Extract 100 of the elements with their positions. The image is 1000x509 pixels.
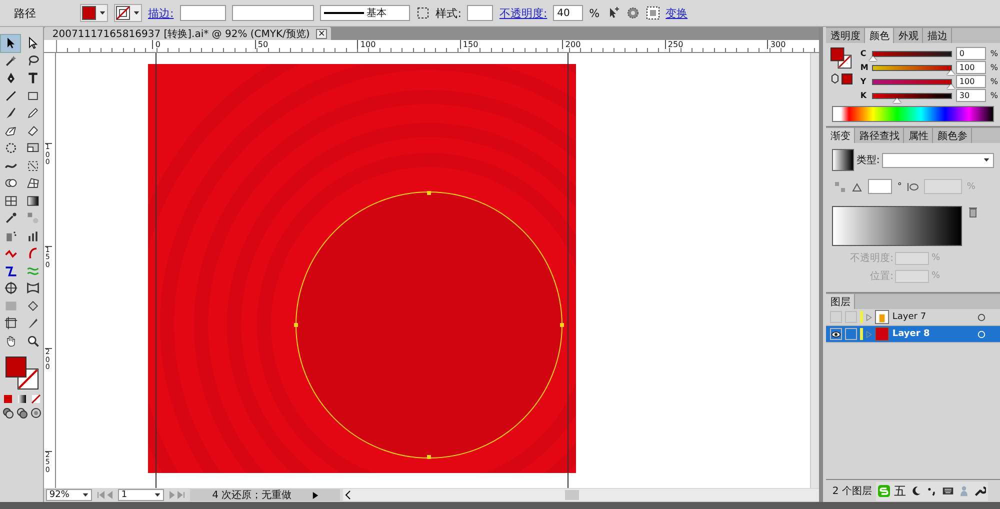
punctuation-icon[interactable]: [926, 485, 938, 497]
ruler-label: 0: [152, 40, 160, 49]
draw-behind-icon[interactable]: [16, 407, 28, 419]
color-spectrum-bar[interactable]: [832, 106, 994, 122]
input-mode-label[interactable]: 五: [894, 482, 906, 500]
style-dropdown[interactable]: [467, 5, 494, 21]
percent-label: %: [990, 91, 998, 100]
channel-label: M: [860, 63, 868, 72]
visibility-toggle[interactable]: [830, 311, 842, 323]
page-dropdown[interactable]: 1: [118, 489, 164, 501]
color-mode-icon[interactable]: [2, 393, 14, 405]
panel-tab[interactable]: 外观: [894, 28, 924, 43]
degree-label: °: [897, 182, 902, 192]
caret-icon: [80, 492, 90, 498]
ruler-label: 300: [767, 40, 786, 49]
type-label: 类型:: [856, 154, 880, 167]
gear-icon[interactable]: [626, 6, 640, 20]
ruler-label: 100: [357, 40, 376, 49]
stroke-color-dropdown[interactable]: [114, 4, 142, 22]
aspect-ratio-field: [924, 179, 962, 194]
layer-name: Layer 8: [892, 329, 931, 339]
gradient-mode-icon[interactable]: [16, 393, 28, 405]
caret-icon: [981, 157, 990, 163]
panel-tab[interactable]: 图层: [826, 294, 856, 309]
opacity-field[interactable]: 40: [553, 5, 584, 21]
dotted-square-icon[interactable]: [416, 6, 430, 20]
percent-label: %: [990, 77, 998, 86]
channel-label: Y: [860, 77, 868, 86]
panel-tab[interactable]: 属性: [904, 128, 934, 143]
panel-tab[interactable]: 颜色: [865, 28, 894, 43]
channel-label: K: [860, 91, 868, 100]
cube-swatch-icon[interactable]: [830, 73, 854, 85]
percent-label: %: [966, 182, 976, 192]
close-tab-button[interactable]: ×: [316, 28, 328, 38]
fill-stroke-swatches-icon[interactable]: [830, 47, 852, 69]
visibility-toggle[interactable]: [830, 328, 842, 340]
layer-row[interactable]: Layer 8: [826, 326, 1000, 343]
s-logo-icon[interactable]: [878, 485, 890, 497]
vertical-scrollbar[interactable]: [810, 53, 820, 488]
stroke-link[interactable]: 描边:: [148, 6, 174, 20]
opacity-field: [895, 252, 930, 264]
stroke-profile-dropdown[interactable]: 基本: [320, 5, 410, 21]
angle-field[interactable]: [868, 179, 892, 194]
ruler-label: 200: [562, 40, 581, 49]
triangle-icon: [312, 490, 319, 500]
location-label: 位置:: [870, 270, 894, 283]
fill-stroke-swatches-icon[interactable]: [4, 355, 40, 391]
scroll-thumb[interactable]: [565, 490, 580, 500]
layer-thumbnail-icon: [875, 327, 890, 341]
stroke-weight-field[interactable]: [180, 5, 226, 21]
angle-icon: [851, 180, 864, 192]
location-field: [895, 270, 930, 282]
ruler-label: 250: [664, 40, 684, 49]
caret-icon: [152, 492, 162, 498]
channel-value-field[interactable]: 100: [956, 61, 986, 74]
aspect-ratio-icon: [906, 180, 919, 192]
caret-icon: [131, 10, 140, 16]
target-circle-icon[interactable]: [977, 312, 986, 322]
percent-label: %: [990, 63, 998, 72]
moon-icon[interactable]: [910, 485, 922, 497]
fill-color-dropdown[interactable]: [80, 4, 108, 22]
variable-width-dropdown[interactable]: [232, 5, 314, 21]
object-type-label: 路径: [14, 6, 37, 20]
panel-tab[interactable]: 渐变: [826, 128, 856, 143]
channel-label: C: [860, 49, 868, 58]
lock-toggle[interactable]: [845, 311, 858, 323]
opacity-label: 不透明度:: [850, 252, 894, 265]
percent-label: %: [589, 6, 600, 20]
gradient-swatch[interactable]: [832, 149, 854, 171]
zoom-dropdown[interactable]: 92%: [46, 489, 92, 501]
layer-name: Layer 7: [892, 312, 928, 322]
layer-count: 2 个图层: [832, 485, 872, 498]
caret-icon: [97, 10, 106, 16]
none-mode-icon[interactable]: [30, 393, 42, 405]
wrench-icon[interactable]: [974, 485, 986, 497]
panel-tab[interactable]: 路径查找: [855, 128, 904, 143]
lock-toggle[interactable]: [845, 328, 858, 340]
dotted-grid-icon[interactable]: [646, 6, 660, 20]
gradient-ramp[interactable]: [832, 206, 962, 246]
ruler-label: 50: [254, 40, 268, 49]
keyboard-icon[interactable]: [942, 485, 954, 497]
channel-value-field[interactable]: 0: [956, 47, 986, 60]
trash-icon[interactable]: [968, 206, 978, 218]
percent-label: %: [931, 253, 940, 263]
layer-thumbnail-icon: [875, 310, 890, 324]
panel-tab[interactable]: 描边: [923, 28, 952, 43]
opacity-link[interactable]: 不透明度:: [499, 6, 548, 20]
transform-link[interactable]: 变换: [666, 6, 688, 20]
percent-label: %: [990, 49, 998, 58]
gradient-type-dropdown[interactable]: [882, 152, 994, 168]
document-tab[interactable]: 20071117165816937 [转换].ai* @ 92% (CMYK/预览) ×: [44, 27, 332, 40]
draw-mode-icon[interactable]: [2, 407, 14, 419]
horizontal-scrollbar[interactable]: [343, 489, 820, 501]
channel-value-field[interactable]: 30: [956, 89, 986, 102]
channel-value-field[interactable]: 100: [956, 75, 986, 88]
percent-label: %: [931, 271, 940, 281]
style-label: 样式:: [436, 6, 462, 20]
draw-inside-icon[interactable]: [30, 407, 42, 419]
status-menu[interactable]: 4 次还原；无重做: [190, 489, 340, 501]
panel-tab[interactable]: 颜色参: [933, 128, 972, 143]
